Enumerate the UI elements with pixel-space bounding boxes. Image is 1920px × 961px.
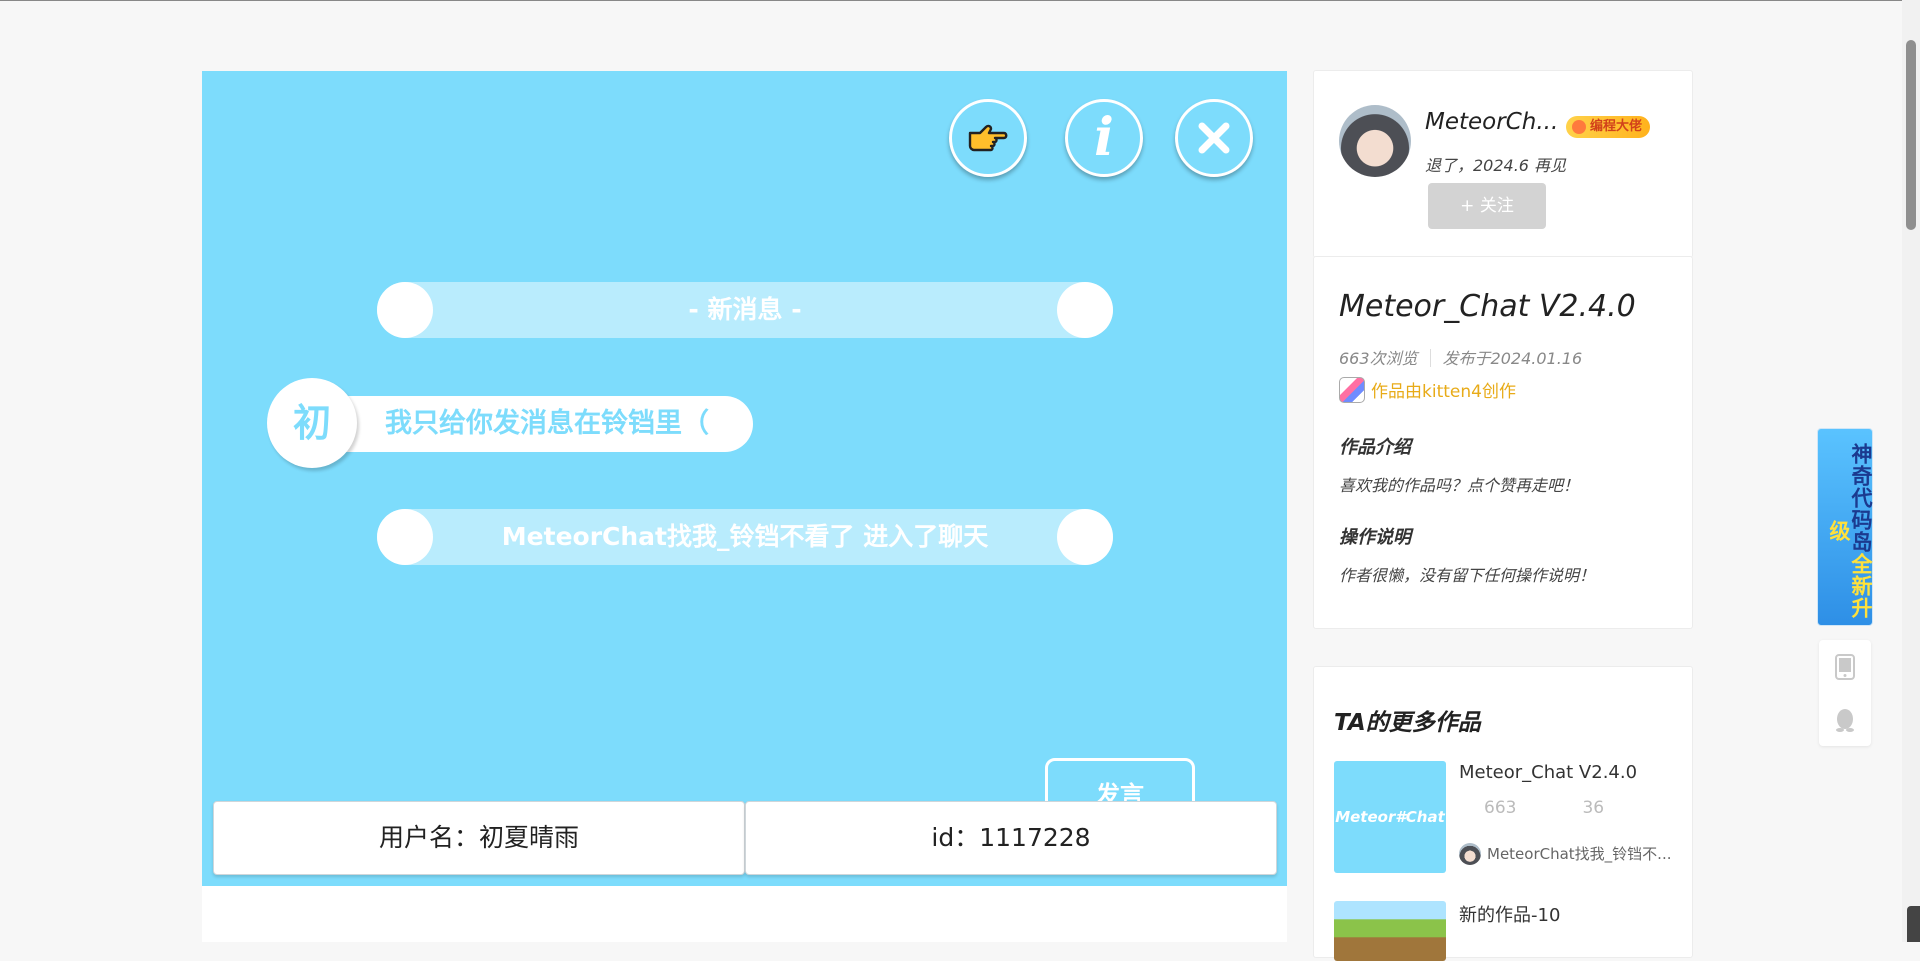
system-notice-text: MeteorChat找我_铃铛不看了 进入了聊天 [501, 522, 989, 551]
page-scrollbar[interactable] [1902, 0, 1920, 942]
creator-text: 作品由kitten4创作 [1371, 382, 1516, 402]
system-notice: MeteorChat找我_铃铛不看了 进入了聊天 [377, 509, 1113, 565]
kitten-tool-icon [1339, 377, 1365, 403]
promo-text-a: 神奇代码岛 [1849, 443, 1873, 553]
related-work-thumbnail[interactable]: Meteor#Chat [1334, 761, 1446, 873]
username-display: 用户名：初夏晴雨 [213, 801, 745, 875]
work-title: Meteor_Chat V2.4.0 [1339, 289, 1636, 324]
related-work-title[interactable]: Meteor_Chat V2.4.0 [1459, 762, 1637, 783]
intro-text: 喜欢我的作品吗？点个赞再走吧！ [1339, 476, 1580, 495]
related-author-name: MeteorChat找我_铃铛不... [1487, 845, 1672, 863]
more-works-heading: TA的更多作品 [1334, 710, 1481, 736]
related-like-count: 36 [1582, 798, 1605, 818]
new-message-divider: - 新消息 - [377, 282, 1113, 338]
user-id-display: id：1117228 [745, 801, 1277, 875]
hand-pointer-icon[interactable] [949, 99, 1027, 177]
game-stage[interactable]: i - 新消息 - 我只给你发消息在铃铛里（ 初 MeteorChat找我_铃铛… [202, 71, 1287, 886]
ops-text: 作者很懒，没有留下任何操作说明！ [1339, 566, 1596, 585]
info-icon[interactable]: i [1065, 99, 1143, 177]
new-message-label: - 新消息 - [688, 295, 802, 324]
scrollbar-thumb[interactable] [1906, 40, 1916, 230]
qq-penguin-icon[interactable] [1819, 693, 1871, 746]
stats-divider [1429, 349, 1431, 367]
ops-heading: 操作说明 [1339, 527, 1411, 548]
related-work-title[interactable]: 新的作品-10 [1459, 901, 1560, 927]
close-icon[interactable] [1175, 99, 1253, 177]
side-toolbar [1819, 640, 1871, 746]
work-info-card: Meteor_Chat V2.4.0 663次浏览 发布于2024.01.16 作… [1313, 256, 1693, 629]
user-info-bar: 用户名：初夏晴雨 id：1117228 [213, 801, 1278, 875]
promo-banner[interactable]: 神奇代码岛全新升级 [1817, 428, 1873, 626]
related-work-stats: 663 36 [1484, 798, 1670, 818]
view-count: 663次浏览 [1339, 349, 1418, 368]
author-card: MeteorCh... 编程大佬 退了，2024.6 再见 + 关注 [1313, 70, 1693, 258]
intro-heading: 作品介绍 [1339, 437, 1411, 458]
window-top-border [0, 0, 1920, 1]
chat-message-bubble: 我只给你发消息在铃铛里（ [315, 396, 753, 452]
chat-message-text: 我只给你发消息在铃铛里（ [385, 408, 709, 439]
related-work-author[interactable]: MeteorChat找我_铃铛不... [1459, 843, 1671, 865]
publish-date: 发布于2024.01.16 [1442, 349, 1583, 368]
related-author-avatar [1459, 843, 1481, 865]
stage-footer [202, 886, 1287, 942]
more-works-card: TA的更多作品 Meteor#Chat Meteor_Chat V2.4.0 6… [1313, 666, 1693, 961]
author-signature: 退了，2024.6 再见 [1425, 156, 1567, 175]
chat-user-avatar: 初 [267, 378, 357, 468]
author-avatar[interactable] [1339, 105, 1411, 177]
creator-link[interactable]: 作品由kitten4创作 [1339, 377, 1516, 403]
work-stats: 663次浏览 发布于2024.01.16 [1339, 345, 1582, 369]
related-view-count: 663 [1484, 798, 1517, 818]
author-name[interactable]: MeteorCh... [1425, 109, 1558, 135]
tablet-icon[interactable] [1819, 640, 1871, 693]
related-work-thumbnail[interactable] [1334, 901, 1446, 961]
author-badge: 编程大佬 [1566, 116, 1651, 138]
floating-widget-edge[interactable] [1907, 906, 1920, 942]
follow-button[interactable]: + 关注 [1428, 183, 1546, 229]
